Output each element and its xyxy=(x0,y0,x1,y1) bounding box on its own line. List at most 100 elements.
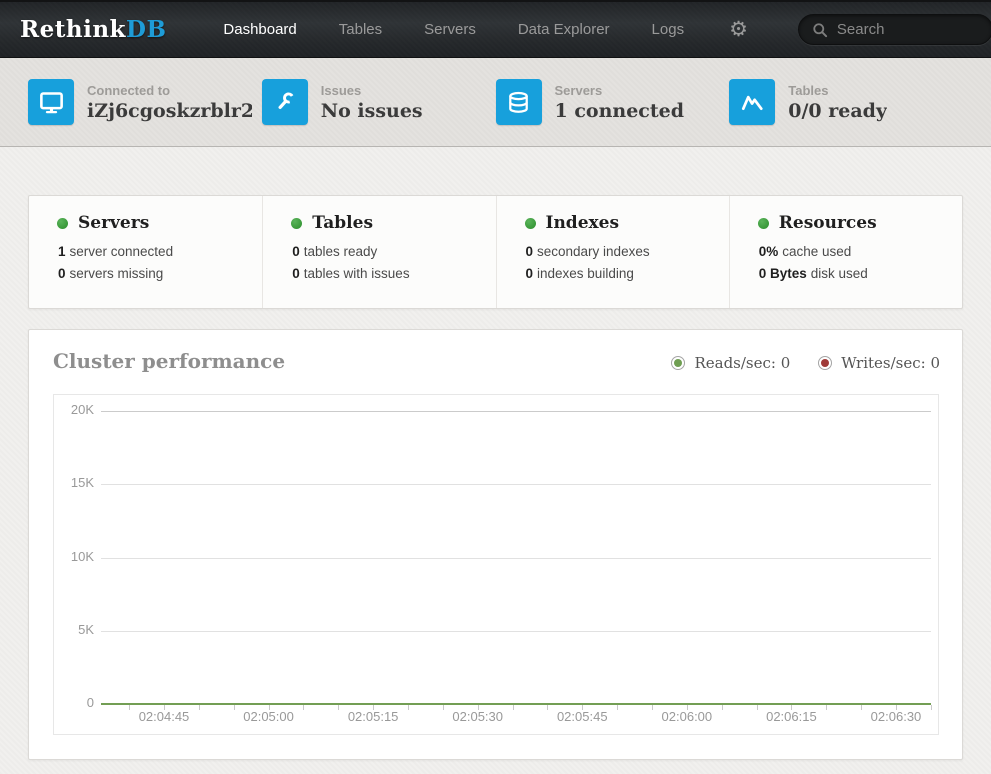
chart-legend: Reads/sec: 0 Writes/sec: 0 xyxy=(643,354,940,372)
green-status-dot xyxy=(291,218,302,229)
card-line: 0secondary indexes xyxy=(526,241,719,263)
green-status-dot xyxy=(758,218,769,229)
x-axis-tick xyxy=(931,705,932,710)
database-icon xyxy=(496,79,542,125)
green-status-dot xyxy=(57,218,68,229)
x-axis-tick xyxy=(269,705,270,710)
search-input[interactable] xyxy=(837,21,982,38)
logo-text-db: DB xyxy=(126,16,166,43)
y-axis-label: 15K xyxy=(54,475,94,490)
x-axis-tick xyxy=(722,705,723,710)
x-axis-tick xyxy=(826,705,827,710)
rethinkdb-logo[interactable]: RethinkDB xyxy=(20,16,166,43)
card-title: Indexes xyxy=(546,213,620,233)
gear-icon[interactable]: ⚙ xyxy=(729,19,748,40)
x-axis-label: 02:05:30 xyxy=(433,709,523,724)
card-tables: Tables 0tables ready 0tables with issues xyxy=(262,196,495,308)
card-title: Servers xyxy=(78,213,149,233)
gridline xyxy=(101,631,931,632)
legend-label: Writes/sec: 0 xyxy=(841,354,940,372)
legend-label: Reads/sec: 0 xyxy=(694,354,790,372)
card-resources: Resources 0%cache used 0 Bytesdisk used xyxy=(729,196,962,308)
x-axis-tick xyxy=(303,705,304,710)
x-axis-label: 02:05:45 xyxy=(537,709,627,724)
status-label: Tables xyxy=(788,83,887,98)
card-servers: Servers 1server connected 0servers missi… xyxy=(29,196,262,308)
card-line: 0 Bytesdisk used xyxy=(759,263,952,285)
gridline xyxy=(101,411,931,412)
x-axis-label: 02:06:30 xyxy=(851,709,941,724)
cluster-status-bar: Connected to iZj6cgoskzrblr2z... Issues … xyxy=(0,58,991,147)
status-text-connected: Connected to iZj6cgoskzrblr2z... xyxy=(87,83,252,122)
card-indexes: Indexes 0secondary indexes 0indexes buil… xyxy=(496,196,729,308)
x-axis-tick xyxy=(791,705,792,710)
reads-legend-dot-icon xyxy=(671,356,685,370)
x-axis-label: 02:05:15 xyxy=(328,709,418,724)
legend-item-writes[interactable]: Writes/sec: 0 xyxy=(818,354,940,372)
green-status-dot xyxy=(525,218,536,229)
x-axis-label: 02:04:45 xyxy=(119,709,209,724)
card-line: 0tables ready xyxy=(292,241,485,263)
x-axis-tick xyxy=(164,705,165,710)
status-cell-connected: Connected to iZj6cgoskzrblr2z... xyxy=(28,79,262,125)
summary-cards-panel: Servers 1server connected 0servers missi… xyxy=(28,195,963,309)
nav-item-dashboard[interactable]: Dashboard xyxy=(223,11,296,48)
nav-item-data-explorer[interactable]: Data Explorer xyxy=(518,11,610,48)
x-axis-tick xyxy=(652,705,653,710)
card-line: 1server connected xyxy=(58,241,252,263)
x-axis-tick xyxy=(199,705,200,710)
y-axis-label: 10K xyxy=(54,549,94,564)
card-line: 0indexes building xyxy=(526,263,719,285)
card-title: Tables xyxy=(312,213,373,233)
status-cell-servers: Servers 1 connected xyxy=(496,79,730,125)
nav-item-servers[interactable]: Servers xyxy=(424,11,476,48)
writes-legend-dot-icon xyxy=(818,356,832,370)
x-axis-tick xyxy=(129,705,130,710)
status-label: Issues xyxy=(321,83,423,98)
x-axis-tick xyxy=(582,705,583,710)
nav-item-logs[interactable]: Logs xyxy=(652,11,685,48)
chart-plot-area: 20K 15K 10K 5K 0 02:04:45 02:05:00 02:05:15 02:0… xyxy=(53,394,939,735)
card-line: 0servers missing xyxy=(58,263,252,285)
series-line-readssec xyxy=(101,703,931,705)
x-axis-label: 02:05:00 xyxy=(224,709,314,724)
status-label: Servers xyxy=(555,83,685,98)
nav-item-tables[interactable]: Tables xyxy=(339,11,382,48)
gridline xyxy=(101,484,931,485)
status-value: iZj6cgoskzrblr2z... xyxy=(87,100,252,122)
x-axis-tick xyxy=(408,705,409,710)
x-axis-tick xyxy=(687,705,688,710)
main-nav: Dashboard Tables Servers Data Explorer L… xyxy=(202,11,705,48)
cluster-performance-panel: Cluster performance Reads/sec: 0 Writes/… xyxy=(28,329,963,760)
status-value: 1 connected xyxy=(555,100,685,122)
search-icon xyxy=(811,21,829,39)
x-axis-label: 02:06:00 xyxy=(642,709,732,724)
x-axis-tick xyxy=(757,705,758,710)
gridline xyxy=(101,558,931,559)
x-axis-tick xyxy=(617,705,618,710)
status-cell-tables: Tables 0/0 ready xyxy=(729,79,963,125)
search-box[interactable] xyxy=(798,14,991,45)
panel-title: Cluster performance xyxy=(53,349,285,373)
y-axis-label: 20K xyxy=(54,402,94,417)
card-line: 0%cache used xyxy=(759,241,952,263)
status-text-tables: Tables 0/0 ready xyxy=(788,83,887,122)
x-axis-tick xyxy=(338,705,339,710)
x-axis-tick xyxy=(896,705,897,710)
status-text-servers: Servers 1 connected xyxy=(555,83,685,122)
monitor-icon xyxy=(28,79,74,125)
top-navbar: RethinkDB Dashboard Tables Servers Data … xyxy=(0,0,991,58)
legend-item-reads[interactable]: Reads/sec: 0 xyxy=(671,354,790,372)
status-cell-issues: Issues No issues xyxy=(262,79,496,125)
y-axis-label: 5K xyxy=(54,622,94,637)
status-value: No issues xyxy=(321,100,423,122)
line-graph-icon xyxy=(729,79,775,125)
y-axis-label: 0 xyxy=(54,695,94,710)
x-axis-tick xyxy=(234,705,235,710)
status-value: 0/0 ready xyxy=(788,100,887,122)
wrench-icon xyxy=(262,79,308,125)
x-axis-tick xyxy=(478,705,479,710)
logo-text-rethink: Rethink xyxy=(20,16,126,43)
x-axis-label: 02:06:15 xyxy=(746,709,836,724)
x-axis-tick xyxy=(547,705,548,710)
